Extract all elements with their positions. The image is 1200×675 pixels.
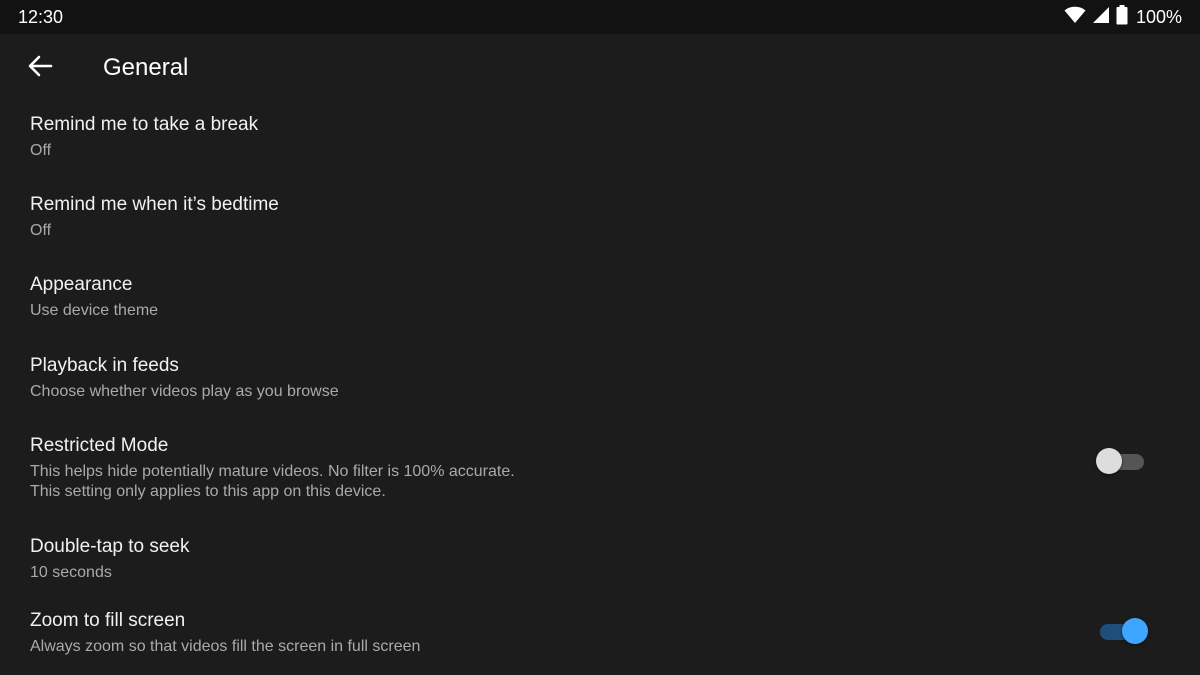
setting-playback-in-feeds[interactable]: Playback in feeds Choose whether videos …	[0, 355, 1200, 425]
page-title: General	[103, 54, 189, 81]
setting-title: Remind me when it’s bedtime	[30, 194, 279, 215]
setting-appearance[interactable]: Appearance Use device theme	[0, 274, 1200, 344]
toggle-thumb	[1122, 618, 1148, 644]
toggle-thumb	[1096, 448, 1122, 474]
status-time: 12:30	[18, 7, 64, 27]
setting-description: Choose whether videos play as you browse	[30, 383, 339, 400]
setting-value: 10 seconds	[30, 564, 112, 581]
setting-description: Always zoom so that videos fill the scre…	[30, 638, 421, 655]
setting-bedtime-reminder[interactable]: Remind me when it’s bedtime Off	[0, 194, 1200, 264]
setting-title: Remind me to take a break	[30, 114, 259, 135]
status-icons: 100%	[1064, 4, 1182, 30]
setting-title: Playback in feeds	[30, 355, 179, 376]
setting-value: Off	[30, 222, 52, 239]
wifi-icon	[1064, 6, 1086, 29]
setting-zoom-to-fill-screen[interactable]: Zoom to fill screen Always zoom so that …	[0, 610, 1200, 672]
setting-title: Appearance	[30, 274, 133, 295]
status-bar: 12:30 100%	[0, 0, 1200, 34]
setting-description: This setting only applies to this app on…	[30, 483, 386, 500]
setting-title: Restricted Mode	[30, 435, 169, 456]
battery-icon	[1116, 4, 1128, 30]
battery-percentage: 100%	[1135, 6, 1182, 27]
zoom-to-fill-toggle[interactable]	[1096, 617, 1148, 645]
signal-icon	[1092, 6, 1110, 29]
setting-value: Use device theme	[30, 302, 159, 319]
back-button[interactable]	[20, 48, 60, 88]
setting-take-a-break[interactable]: Remind me to take a break Off	[0, 114, 1200, 184]
setting-value: Off	[30, 142, 52, 159]
setting-double-tap-to-seek[interactable]: Double-tap to seek 10 seconds	[0, 536, 1200, 606]
restricted-mode-toggle[interactable]	[1096, 447, 1148, 475]
setting-title: Double-tap to seek	[30, 536, 190, 557]
arrow-back-icon	[26, 52, 54, 85]
setting-description: This helps hide potentially mature video…	[30, 463, 515, 480]
setting-restricted-mode[interactable]: Restricted Mode This helps hide potentia…	[0, 435, 1200, 525]
setting-title: Zoom to fill screen	[30, 610, 186, 631]
app-bar: General	[0, 34, 1200, 104]
